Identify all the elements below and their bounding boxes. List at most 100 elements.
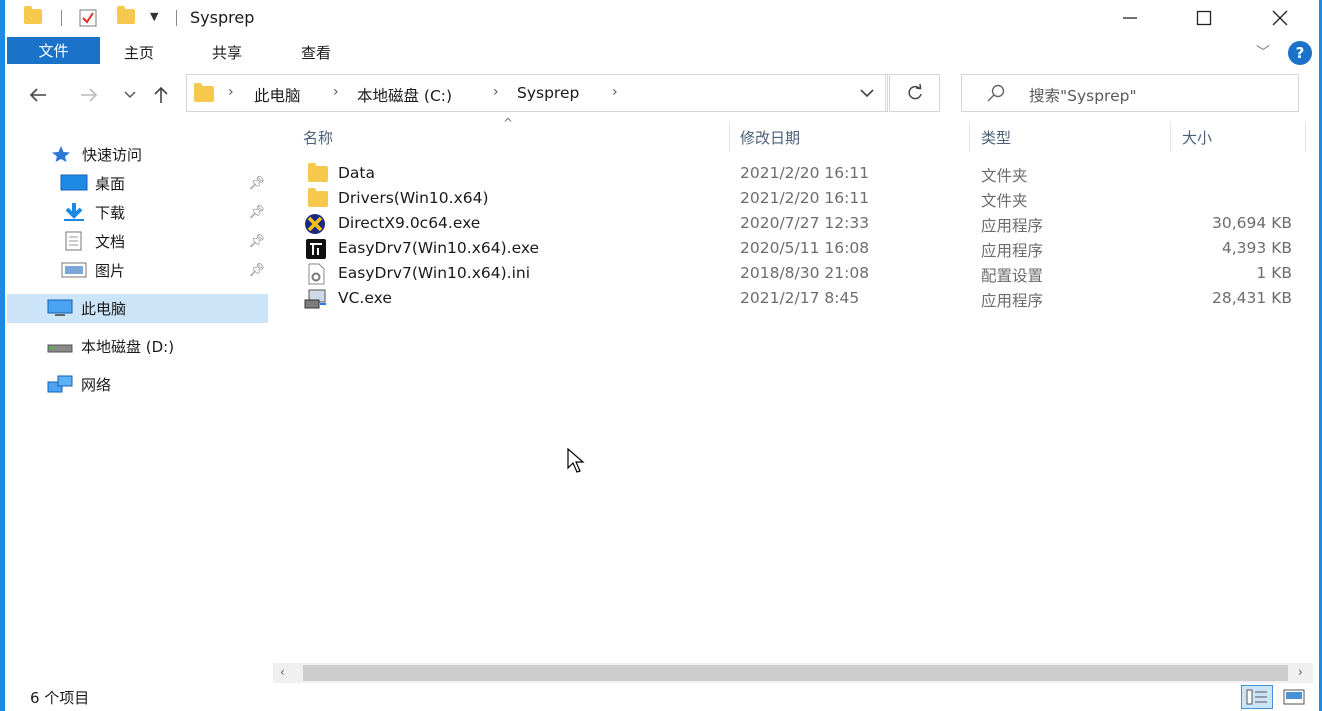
nav-this-pc-label: 此电脑 [81, 299, 127, 318]
chevron-down-icon [124, 91, 136, 99]
document-icon [65, 231, 82, 251]
search-icon [986, 83, 1006, 107]
file-type: 应用程序 [981, 217, 1044, 235]
arrow-up-icon [154, 86, 168, 103]
breadcrumb-drive-c[interactable]: 本地磁盘 (C:) [357, 84, 452, 106]
file-row[interactable]: EasyDrv7(Win10.x64).exe 2020/5/11 16:08 … [290, 237, 1310, 262]
help-icon[interactable]: ? [1288, 41, 1312, 65]
maximize-button[interactable] [1181, 0, 1227, 36]
chevron-down-icon [859, 88, 874, 97]
forward-button[interactable] [76, 82, 102, 108]
breadcrumb-chevron-icon[interactable]: › [333, 84, 339, 100]
window-title: Sysprep [190, 8, 255, 27]
breadcrumb-chevron-icon[interactable]: › [493, 84, 499, 100]
scroll-left-icon[interactable]: ‹ [280, 665, 285, 679]
column-divider[interactable] [729, 122, 730, 152]
customize-quick-access-icon[interactable]: ▼ [150, 10, 158, 23]
pin-icon[interactable]: 📌︎ [248, 263, 265, 278]
breadcrumb-sysprep[interactable]: Sysprep [517, 84, 579, 102]
folder-icon [194, 83, 214, 102]
details-view-button[interactable] [1241, 685, 1273, 709]
file-type: 应用程序 [981, 242, 1044, 260]
file-row[interactable]: DirectX9.0c64.exe 2020/7/27 12:33 应用程序 3… [290, 212, 1310, 237]
large-icons-view-button[interactable] [1278, 685, 1310, 709]
column-header-size[interactable]: 大小 [1182, 127, 1212, 148]
file-date: 2021/2/17 8:45 [740, 289, 860, 307]
column-header-type[interactable]: 类型 [981, 127, 1011, 148]
up-button[interactable] [148, 82, 174, 108]
file-row[interactable]: EasyDrv7(Win10.x64).ini 2018/8/30 21:08 … [290, 262, 1310, 287]
config-file-icon [306, 263, 326, 289]
file-type: 文件夹 [981, 192, 1028, 210]
address-history-dropdown[interactable] [846, 74, 888, 112]
tab-share[interactable]: 共享 [212, 42, 242, 63]
file-name: VC.exe [338, 289, 392, 307]
nav-quick-access[interactable]: 快速访问 [50, 140, 142, 168]
network-icon [47, 375, 73, 393]
nav-desktop-label: 桌面 [95, 174, 126, 193]
refresh-icon [907, 84, 922, 100]
file-name: EasyDrv7(Win10.x64).exe [338, 239, 540, 257]
installer-icon [304, 288, 328, 314]
download-arrow-icon [64, 203, 84, 221]
recent-locations-button[interactable] [117, 82, 143, 108]
pin-icon[interactable]: 📌︎ [248, 205, 265, 220]
column-divider[interactable] [1170, 122, 1171, 152]
scrollbar-thumb[interactable] [303, 665, 1288, 681]
column-divider[interactable] [1305, 122, 1306, 152]
nav-desktop[interactable]: 桌面 📌︎ [60, 169, 265, 197]
pictures-icon [61, 262, 87, 278]
close-icon [1272, 10, 1288, 26]
breadcrumb-chevron-icon[interactable]: › [228, 84, 234, 100]
ribbon-bar [5, 36, 1319, 66]
pin-icon[interactable]: 📌︎ [248, 234, 265, 249]
refresh-button[interactable] [889, 74, 940, 112]
folder-icon [24, 6, 42, 24]
breadcrumb-chevron-icon[interactable]: › [612, 84, 618, 100]
properties-checkmark-icon[interactable] [78, 8, 98, 28]
nav-pictures[interactable]: 图片 📌︎ [60, 256, 265, 284]
file-type: 文件夹 [981, 167, 1028, 185]
new-folder-icon[interactable] [117, 6, 135, 24]
back-button[interactable] [25, 82, 51, 108]
close-button[interactable] [1257, 0, 1303, 36]
file-row[interactable]: VC.exe 2021/2/17 8:45 应用程序 28,431 KB [290, 287, 1310, 312]
tab-view[interactable]: 查看 [301, 42, 331, 63]
minimize-button[interactable] [1107, 0, 1153, 36]
file-type: 配置设置 [981, 267, 1044, 285]
expand-ribbon-icon[interactable]: ﹀ [1256, 42, 1270, 62]
scroll-right-icon[interactable]: › [1298, 665, 1303, 679]
file-name: DirectX9.0c64.exe [338, 214, 481, 232]
file-date: 2020/7/27 12:33 [740, 214, 870, 232]
nav-this-pc[interactable]: 此电脑 [46, 294, 126, 322]
pin-icon[interactable]: 📌︎ [248, 176, 265, 191]
nav-network[interactable]: 网络 [46, 370, 111, 398]
file-name: EasyDrv7(Win10.x64).ini [338, 264, 531, 282]
nav-drive-d[interactable]: 本地磁盘 (D:) [46, 332, 174, 360]
file-date: 2020/5/11 16:08 [740, 239, 870, 257]
computer-icon [47, 299, 73, 316]
nav-documents[interactable]: 文档 📌︎ [60, 227, 265, 255]
file-row[interactable]: Drivers(Win10.x64) 2021/2/20 16:11 文件夹 [290, 187, 1310, 212]
nav-pictures-label: 图片 [95, 261, 126, 280]
column-header-date[interactable]: 修改日期 [740, 127, 800, 148]
arrow-right-icon [81, 88, 98, 102]
tab-file[interactable]: 文件 [7, 37, 100, 64]
file-row[interactable]: Data 2021/2/20 16:11 文件夹 [290, 162, 1310, 187]
file-date: 2018/8/30 21:08 [740, 264, 870, 282]
nav-network-label: 网络 [81, 375, 112, 394]
breadcrumb-this-pc[interactable]: 此电脑 [254, 84, 301, 106]
folder-icon [308, 188, 328, 207]
nav-downloads[interactable]: 下载 📌︎ [60, 198, 265, 226]
arrow-left-icon [29, 88, 46, 102]
column-divider[interactable] [969, 122, 970, 152]
file-size: 30,694 KB [1212, 214, 1292, 232]
desktop-icon [60, 174, 88, 191]
file-size: 1 KB [1256, 264, 1292, 282]
tab-home[interactable]: 主页 [124, 42, 154, 63]
search-input[interactable]: 搜索"Sysprep" [1029, 84, 1137, 106]
file-date: 2021/2/20 16:11 [740, 189, 870, 207]
column-header-name[interactable]: 名称 [303, 127, 333, 148]
file-name: Data [338, 164, 376, 182]
toolbar-separator [176, 10, 177, 26]
